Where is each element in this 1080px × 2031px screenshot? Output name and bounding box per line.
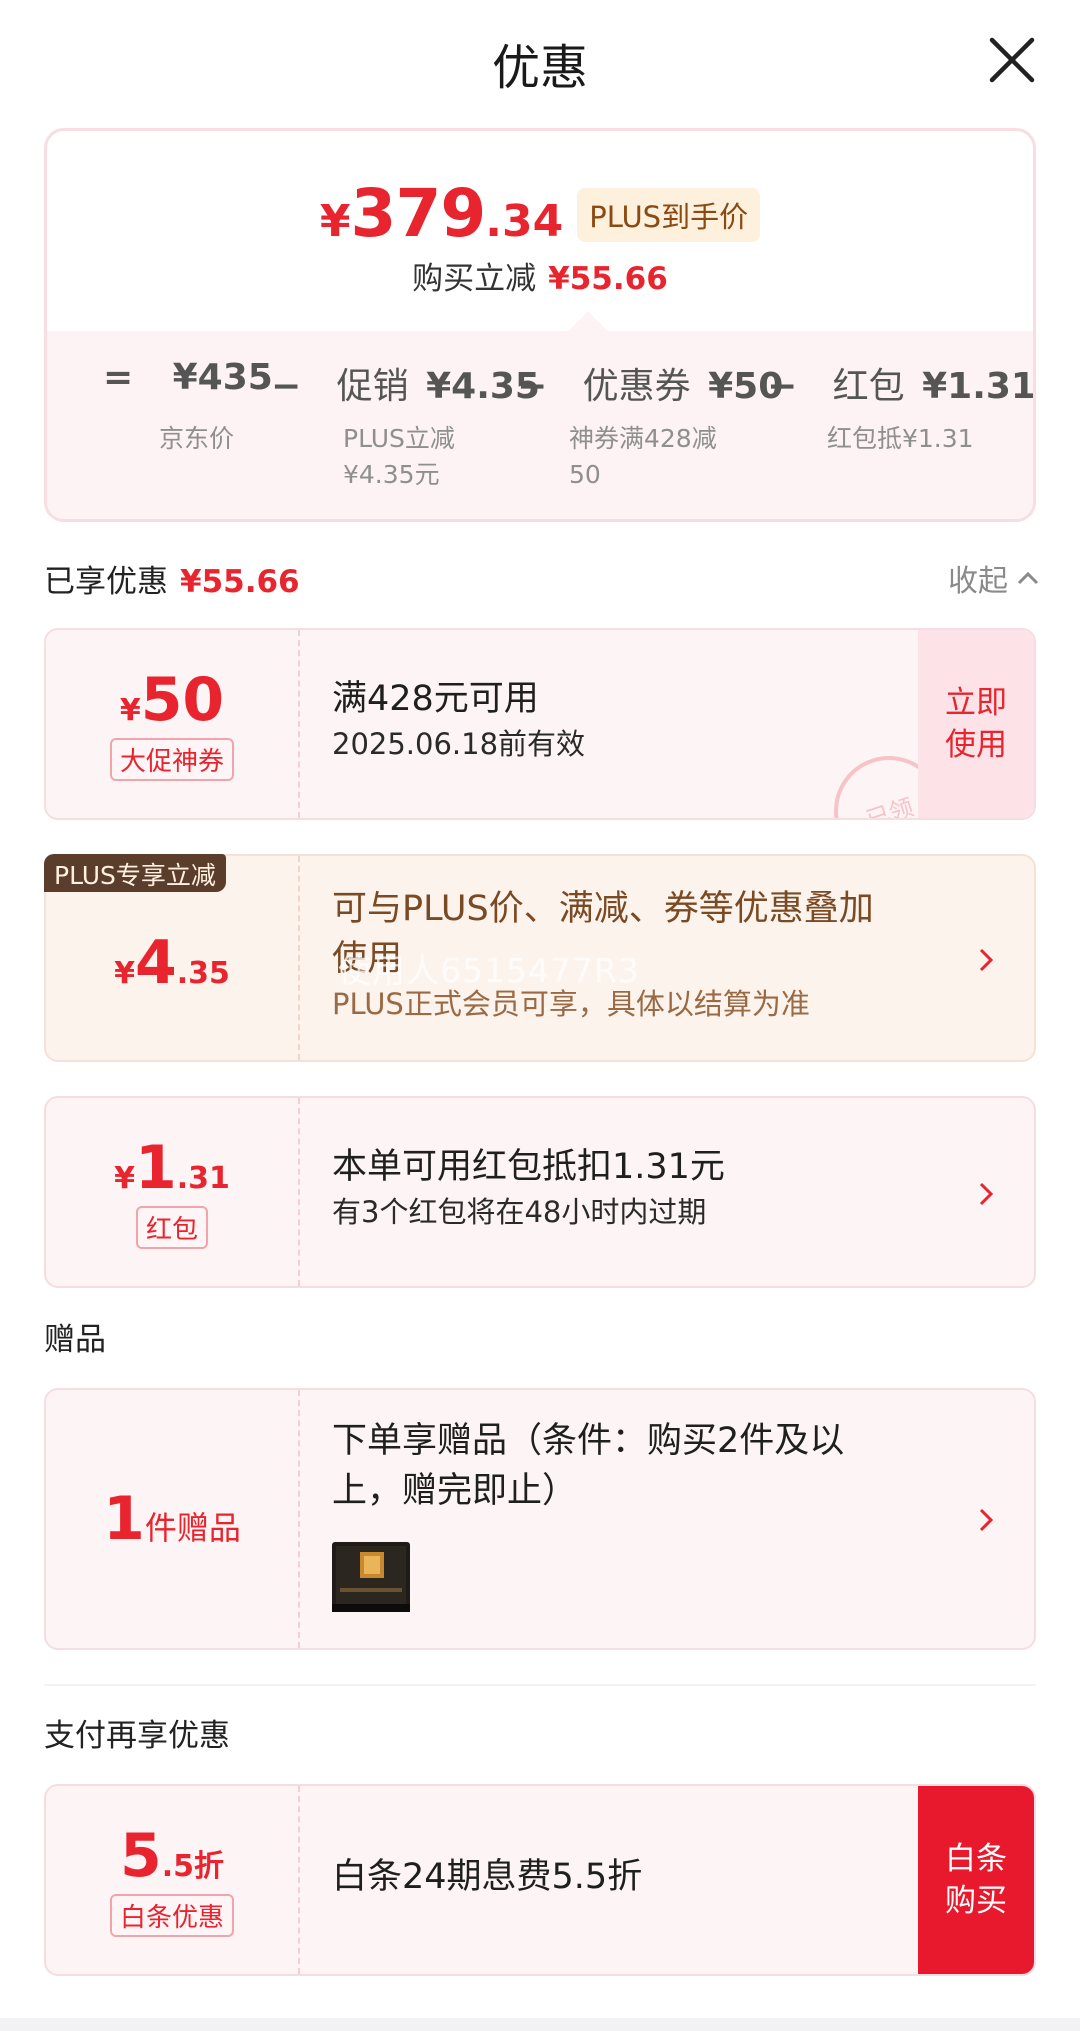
coupon-details: 满428元可用 2025.06.18前有效 xyxy=(332,674,585,764)
coupon-expiry: 2025.06.18前有效 xyxy=(332,727,586,761)
breakdown-value: ¥1.31 xyxy=(922,366,1036,407)
currency-symbol: ¥ xyxy=(319,196,351,247)
gift-product-image xyxy=(332,1542,410,1612)
baitiao-chip: 白条优惠 xyxy=(109,1893,234,1937)
breakdown-item-redpacket: − 红包 ¥1.31 xyxy=(767,357,1036,409)
breakdown-label: 优惠券 xyxy=(582,366,691,407)
baitiao-discount-dec: .5 xyxy=(161,1848,195,1884)
coupon-condition: 满428元可用 xyxy=(332,679,539,719)
close-button[interactable] xyxy=(984,32,1040,88)
breakdown-item-promo: − 促销 ¥4.35 xyxy=(271,357,540,409)
minus-sign: − xyxy=(271,366,302,407)
baitiao-discount-int: 5 xyxy=(119,1820,162,1891)
chevron-right-icon xyxy=(979,1508,994,1532)
collapse-label: 收起 xyxy=(948,564,1008,599)
reduce-amount: ¥55.66 xyxy=(548,261,668,297)
chevron-right-icon xyxy=(979,948,994,972)
breakdown-value: ¥435 xyxy=(172,357,273,398)
baitiao-discount: 5 .5 折 xyxy=(120,1824,224,1888)
dashed-divider xyxy=(298,1390,300,1648)
baitiao-discount-unit: 折 xyxy=(194,1848,225,1884)
breakdown-sub: PLUS立减 ¥4.35元 xyxy=(343,424,455,489)
page-title: 优惠 xyxy=(491,40,588,96)
enjoyed-discounts-title: 已享优惠 ¥55.66 xyxy=(44,556,300,601)
final-price: ¥ 379 .34 xyxy=(320,175,563,252)
enjoyed-label: 已享优惠 xyxy=(44,564,168,600)
breakdown-label: 促销 xyxy=(336,366,409,407)
baitiao-buy-button[interactable]: 白条 购买 xyxy=(918,1786,1034,1974)
redpacket-value: ¥ 1 .31 xyxy=(114,1136,230,1200)
button-line-1: 立即 xyxy=(945,685,1007,721)
button-line-2: 使用 xyxy=(945,727,1007,763)
price-decimal: .34 xyxy=(485,196,564,247)
final-price-row: ¥ 379 .34 PLUS到手价 xyxy=(47,175,1033,252)
currency-symbol: ¥ xyxy=(119,692,141,728)
minus-sign: − xyxy=(517,366,548,407)
gift-card[interactable]: 1 件赠品 下单享赠品（条件：购买2件及以 上，赠完即止） xyxy=(44,1388,1036,1650)
gift-count-unit: 件赠品 xyxy=(144,1509,241,1547)
gift-description-1: 下单享赠品（条件：购买2件及以 xyxy=(332,1421,845,1461)
baitiao-value-block: 5 .5 折 白条优惠 xyxy=(46,1786,298,1974)
redpacket-amount-int: 1 xyxy=(134,1132,177,1203)
use-now-button[interactable]: 立即 使用 xyxy=(918,630,1034,818)
price-summary-card: ¥ 379 .34 PLUS到手价 购买立减 ¥55.66 = ¥435 京东价 … xyxy=(44,128,1036,522)
baitiao-card[interactable]: 5 .5 折 白条优惠 白条24期息费5.5折 白条购买 xyxy=(44,1784,1036,1976)
gift-count: 1 件赠品 xyxy=(103,1487,241,1551)
enjoyed-amount: ¥55.66 xyxy=(180,564,300,600)
gift-details: 下单享赠品（条件：购买2件及以 上，赠完即止） xyxy=(332,1416,844,1516)
breakdown-sub: 神券满428减 50 xyxy=(569,424,717,489)
coupon-type-chip: 大促神券 xyxy=(109,737,234,781)
dashed-divider xyxy=(298,1786,300,1974)
breakdown-sub: 京东价 xyxy=(159,424,235,453)
instant-reduce-row: 购买立减 ¥55.66 xyxy=(47,253,1033,298)
reduce-label: 购买立减 xyxy=(412,261,537,297)
coupon-card[interactable]: ¥ 50 大促神券 满428元可用 2025.06.18前有效 已领 立即 使用 xyxy=(44,628,1036,820)
plus-description-1: 可与PLUS价、满减、券等优惠叠加 xyxy=(332,889,874,929)
baitiao-details: 白条24期息费5.5折 xyxy=(332,1852,642,1902)
breakdown-label: 红包 xyxy=(832,366,905,407)
redpacket-details: 本单可用红包抵扣1.31元 有3个红包将在48小时内过期 xyxy=(332,1142,725,1232)
coupon-amount: 50 xyxy=(140,664,225,735)
gift-count-number: 1 xyxy=(103,1484,145,1554)
user-watermark: 使用人6515477R3 xyxy=(338,951,640,990)
plus-amount-int: 4 xyxy=(134,928,177,998)
payment-section-title: 支付再享优惠 xyxy=(44,1718,230,1754)
plus-price-tag: PLUS到手价 xyxy=(577,188,761,242)
coupon-value: ¥ 50 xyxy=(120,668,224,732)
chevron-up-icon xyxy=(1017,571,1039,585)
minus-sign: − xyxy=(767,366,798,407)
chevron-right-icon xyxy=(979,1182,994,1206)
gift-description-2: 上，赠完即止） xyxy=(332,1471,578,1511)
collapse-toggle[interactable]: 收起 xyxy=(948,556,1040,600)
currency-symbol: ¥ xyxy=(114,1160,135,1196)
equals-sign: = xyxy=(103,357,134,398)
close-icon xyxy=(989,37,1035,83)
redpacket-card[interactable]: ¥ 1 .31 红包 本单可用红包抵扣1.31元 有3个红包将在48小时内过期 xyxy=(44,1096,1036,1288)
dashed-divider xyxy=(298,856,300,1060)
button-line-1: 白条 xyxy=(945,1841,1007,1877)
currency-symbol: ¥ xyxy=(114,956,135,991)
breakdown-item-coupon: − 优惠券 ¥50 xyxy=(517,357,783,409)
coupon-value-block: ¥ 50 大促神券 xyxy=(46,630,298,818)
price-integer: 379 xyxy=(350,175,487,252)
breakdown-item-jd-price: = ¥435 xyxy=(103,357,273,398)
bottom-safe-area xyxy=(0,2018,1080,2031)
redpacket-chip: 红包 xyxy=(135,1205,208,1249)
baitiao-description: 白条24期息费5.5折 xyxy=(332,1857,643,1897)
redpacket-expiry-note: 有3个红包将在48小时内过期 xyxy=(332,1195,707,1229)
button-line-2: 购买 xyxy=(945,1883,1007,1919)
redpacket-description: 本单可用红包抵扣1.31元 xyxy=(332,1147,725,1187)
plus-amount-dec: .35 xyxy=(176,956,230,991)
redpacket-value-block: ¥ 1 .31 红包 xyxy=(46,1098,298,1286)
gift-section-title: 赠品 xyxy=(44,1322,106,1358)
gift-count-block: 1 件赠品 xyxy=(46,1390,298,1648)
breakdown-sub: 红包抵¥1.31 xyxy=(827,424,974,453)
plus-value: ¥ 4 .35 xyxy=(114,931,230,995)
dashed-divider xyxy=(298,630,300,818)
dashed-divider xyxy=(298,1098,300,1286)
redpacket-amount-dec: .31 xyxy=(176,1160,230,1196)
section-divider xyxy=(44,1684,1036,1686)
sheet-header: 优惠 xyxy=(0,0,1080,118)
plus-exclusive-badge: PLUS专享立减 xyxy=(44,854,226,892)
